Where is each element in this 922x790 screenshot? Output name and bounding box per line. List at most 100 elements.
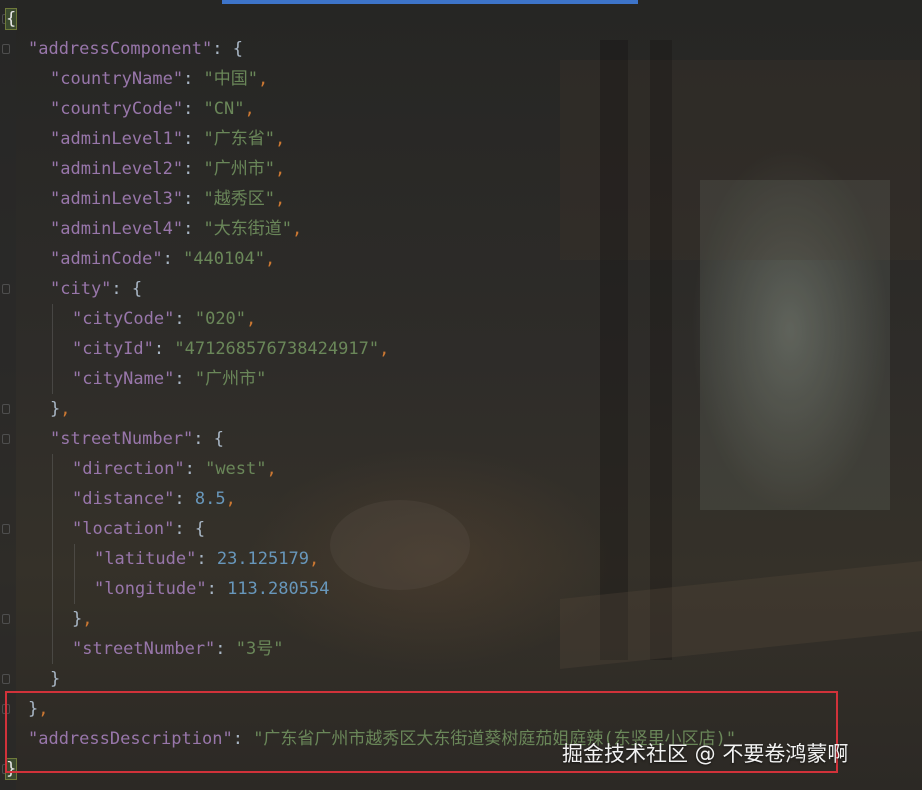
fold-marker-icon[interactable]: [2, 434, 10, 444]
code-line[interactable]: },: [72, 604, 93, 634]
code-token-brace: }: [50, 669, 61, 689]
code-token-key: "countryName": [50, 69, 184, 89]
code-line[interactable]: "addressComponent": {: [28, 34, 243, 64]
code-token-punct: ,: [246, 309, 257, 329]
code-editor[interactable]: {"addressComponent": {"countryName": "中国…: [0, 0, 922, 790]
code-line[interactable]: "adminLevel4": "大东街道",: [50, 214, 302, 244]
code-token-str: "广州市": [203, 159, 276, 179]
code-token-punct: ,: [258, 69, 269, 89]
code-token-str: "中国": [203, 69, 259, 89]
background-pillar: [600, 40, 628, 660]
code-line[interactable]: "longitude": 113.280554: [94, 574, 329, 604]
code-token-punct: ,: [82, 609, 93, 629]
code-token-key: "cityCode": [72, 309, 175, 329]
code-token-key: "adminLevel2": [50, 159, 184, 179]
code-line[interactable]: "city": {: [50, 274, 142, 304]
code-line[interactable]: "adminCode": "440104",: [50, 244, 275, 274]
code-token-brace: {: [131, 279, 143, 299]
code-line[interactable]: "distance": 8.5,: [72, 484, 236, 514]
code-token-brace: :: [184, 459, 206, 479]
code-token-key: "adminLevel1": [50, 129, 184, 149]
code-token-brace: :: [183, 99, 204, 119]
indent-guide: [52, 304, 53, 394]
fold-marker-icon[interactable]: [2, 524, 10, 534]
code-token-str: "越秀区": [203, 189, 276, 209]
code-token-key: "streetNumber": [50, 429, 194, 449]
code-line[interactable]: "countryCode": "CN",: [50, 94, 255, 124]
code-token-key: "direction": [72, 459, 185, 479]
code-token-key: "cityName": [72, 369, 175, 389]
active-tab-indicator: [222, 0, 638, 4]
code-token-punct: ,: [275, 129, 286, 149]
code-line[interactable]: "direction": "west",: [72, 454, 277, 484]
code-token-key: "distance": [72, 489, 175, 509]
code-token-num: 8.5: [194, 489, 226, 509]
code-line[interactable]: "adminLevel2": "广州市",: [50, 154, 285, 184]
code-line[interactable]: "countryName": "中国",: [50, 64, 268, 94]
code-token-punct: ,: [275, 189, 286, 209]
code-token-key: "adminLevel3": [50, 189, 184, 209]
code-token-str: "471268576738424917": [174, 339, 380, 359]
code-line[interactable]: "cityId": "471268576738424917",: [72, 334, 389, 364]
indent-guide: [52, 454, 53, 664]
background-table: [560, 560, 922, 670]
background-window-light: [700, 180, 890, 510]
code-token-num: 23.125179: [216, 549, 309, 569]
code-token-brace: {: [232, 39, 243, 59]
code-token-key: "longitude": [94, 579, 207, 599]
code-token-brace: :: [183, 159, 204, 179]
code-line[interactable]: "cityCode": "020",: [72, 304, 256, 334]
code-token-brace: :: [215, 639, 236, 659]
code-token-brace: :: [174, 519, 195, 539]
editor-gutter[interactable]: [0, 0, 16, 790]
code-token-brace-hl: {: [4, 8, 18, 30]
code-token-key: "countryCode": [50, 99, 184, 119]
code-line[interactable]: }: [50, 664, 60, 694]
fold-marker-icon[interactable]: [2, 614, 10, 624]
code-token-str: "020": [194, 309, 247, 329]
code-token-num: 113.280554: [227, 579, 330, 599]
code-line[interactable]: "location": {: [72, 514, 205, 544]
code-token-key: "city": [50, 279, 112, 299]
fold-marker-icon[interactable]: [2, 674, 10, 684]
code-token-brace: :: [174, 489, 195, 509]
background-shelf: [560, 60, 920, 260]
code-line[interactable]: "adminLevel1": "广东省",: [50, 124, 285, 154]
fold-marker-icon[interactable]: [2, 44, 10, 54]
code-line[interactable]: "latitude": 23.125179,: [94, 544, 319, 574]
code-token-brace: :: [206, 579, 228, 599]
code-token-brace: :: [196, 549, 217, 569]
code-token-punct: ,: [308, 549, 320, 569]
code-token-brace: :: [193, 429, 214, 449]
code-token-brace: :: [111, 279, 132, 299]
code-token-punct: ,: [60, 399, 71, 419]
code-token-key: "location": [72, 519, 175, 539]
code-token-str: "广州市": [194, 369, 267, 389]
code-token-punct: ,: [266, 459, 277, 479]
code-token-brace: :: [183, 189, 204, 209]
code-token-brace: :: [183, 219, 204, 239]
code-token-key: "latitude": [94, 549, 197, 569]
code-token-brace: :: [174, 369, 195, 389]
code-token-brace: :: [162, 249, 184, 269]
code-token-str: "440104": [183, 249, 265, 269]
background-rock: [330, 500, 470, 590]
code-token-str: "CN": [203, 99, 245, 119]
code-token-punct: ,: [264, 249, 276, 269]
code-token-key: "streetNumber": [72, 639, 216, 659]
code-token-punct: ,: [379, 339, 390, 359]
watermark-text: 掘金技术社区 @ 不要卷鸿蒙啊: [562, 742, 849, 766]
fold-marker-icon[interactable]: [2, 284, 10, 294]
code-line[interactable]: "streetNumber": {: [50, 424, 224, 454]
code-line[interactable]: "adminLevel3": "越秀区",: [50, 184, 285, 214]
code-token-brace: }: [72, 609, 83, 629]
code-line[interactable]: },: [50, 394, 71, 424]
code-line[interactable]: {: [4, 4, 18, 34]
code-token-punct: ,: [225, 489, 236, 509]
code-line[interactable]: "streetNumber": "3号": [72, 634, 284, 664]
code-token-str: "广东省": [203, 129, 276, 149]
code-token-brace: {: [194, 519, 206, 539]
fold-marker-icon[interactable]: [2, 404, 10, 414]
code-token-brace: :: [212, 39, 233, 59]
code-line[interactable]: "cityName": "广州市": [72, 364, 266, 394]
